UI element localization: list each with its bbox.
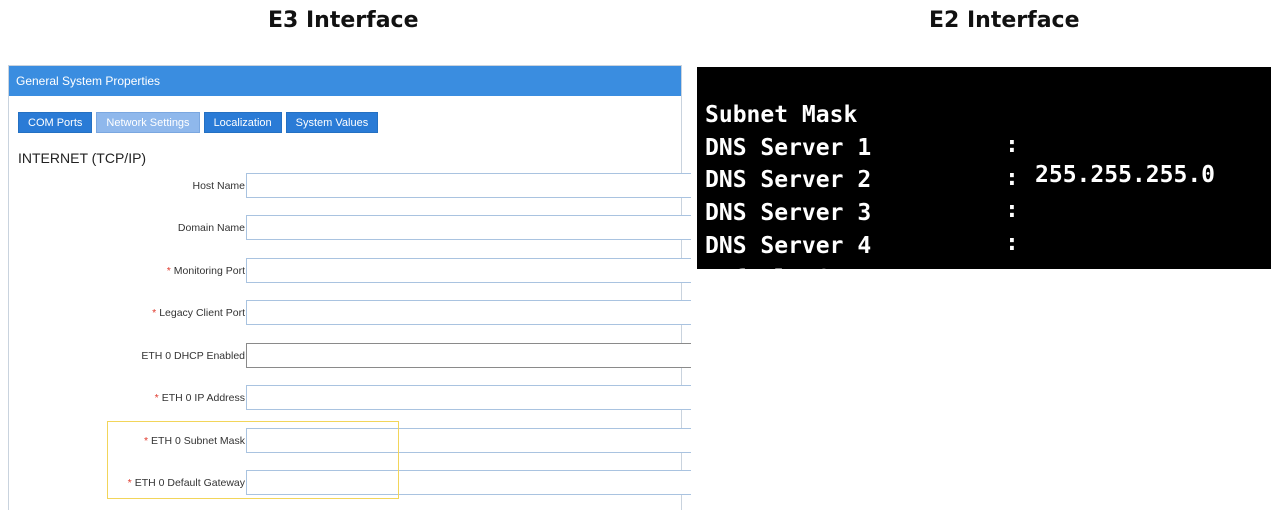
ip-address-input[interactable] xyxy=(246,385,691,410)
settings-tabs: COM Ports Network Settings Localization … xyxy=(18,112,379,133)
legacy-client-port-input[interactable] xyxy=(246,300,691,325)
required-marker: * xyxy=(152,307,157,319)
domain-name-input[interactable] xyxy=(246,215,691,240)
panel-title: General System Properties xyxy=(9,66,681,96)
monitoring-port-label: * Monitoring Port xyxy=(166,265,245,277)
required-marker: * xyxy=(143,435,149,447)
console-row: DNS Server 3 : xyxy=(705,168,1265,256)
e3-settings-panel: General System Properties COM Ports Netw… xyxy=(8,65,691,510)
console-label: Default Gateway xyxy=(705,266,913,292)
e2-console: Subnet Mask : 255.255.255.0 DNS Server 1… xyxy=(697,67,1271,352)
legacy-client-port-label: * Legacy Client Port xyxy=(152,307,245,319)
subnet-mask-input[interactable] xyxy=(246,428,691,453)
dhcp-enabled-label: ETH 0 DHCP Enabled xyxy=(141,350,245,362)
console-colon: : xyxy=(1005,263,1019,289)
tab-localization[interactable]: Localization xyxy=(203,112,282,133)
domain-name-row: Domain Name xyxy=(9,215,691,241)
console-row: Default Gateway : 10.42.112.254 xyxy=(705,234,1265,352)
required-marker: * xyxy=(154,392,159,404)
tab-system-values[interactable]: System Values xyxy=(285,112,379,133)
console-row: Subnet Mask : 255.255.255.0 xyxy=(705,70,1265,188)
dhcp-enabled-input[interactable] xyxy=(246,343,691,368)
ip-address-row: * ETH 0 IP Address xyxy=(9,385,691,411)
ip-address-label: * ETH 0 IP Address xyxy=(154,392,245,404)
default-gateway-label: * ETH 0 Default Gateway xyxy=(127,477,245,489)
console-colon: : xyxy=(1005,296,1019,322)
console-value: 10.42.112.254 xyxy=(1035,326,1216,352)
default-gateway-row: * ETH 0 Default Gateway xyxy=(9,470,691,496)
tab-network-settings[interactable]: Network Settings xyxy=(96,112,200,133)
host-name-input[interactable] xyxy=(246,173,691,198)
monitoring-port-row: * Monitoring Port xyxy=(9,258,691,284)
monitoring-port-input[interactable] xyxy=(246,258,691,283)
dhcp-enabled-row: ETH 0 DHCP Enabled xyxy=(9,343,691,369)
required-marker: * xyxy=(166,265,171,277)
console-row: DNS Server 1 : xyxy=(705,103,1265,191)
host-name-row: Host Name xyxy=(9,173,691,199)
host-name-label: Host Name xyxy=(192,180,245,192)
e3-heading: E3 Interface xyxy=(268,8,419,33)
subnet-mask-label: * ETH 0 Subnet Mask xyxy=(143,435,245,447)
subnet-mask-row: * ETH 0 Subnet Mask xyxy=(9,428,691,454)
legacy-client-port-row: * Legacy Client Port xyxy=(9,300,691,326)
default-gateway-input[interactable] xyxy=(246,470,691,495)
console-row: DNS Server 2 : xyxy=(705,135,1265,223)
e2-heading: E2 Interface xyxy=(929,8,1080,33)
section-title: INTERNET (TCP/IP) xyxy=(18,150,147,166)
tab-com-ports[interactable]: COM Ports xyxy=(18,112,93,133)
console-row: DNS Server 4 : xyxy=(705,201,1265,289)
required-marker: * xyxy=(127,477,132,489)
domain-name-label: Domain Name xyxy=(177,222,245,234)
